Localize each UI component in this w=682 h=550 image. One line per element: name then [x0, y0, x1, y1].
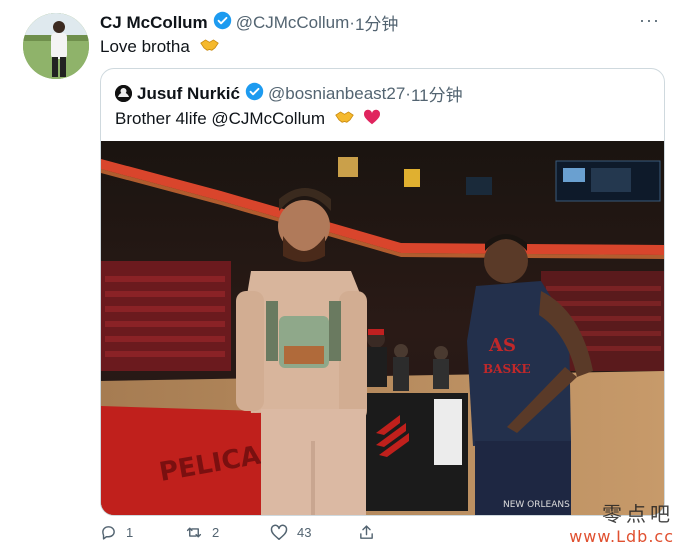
red-heart-emoji-icon — [363, 109, 381, 130]
reply-button[interactable]: 1 — [100, 524, 133, 541]
quoted-author-handle[interactable]: @bosnianbeast27 — [268, 84, 405, 104]
quoted-tweet-card[interactable]: Jusuf Nurkić @bosnianbeast27 · 11分钟 Brot… — [100, 68, 665, 516]
retweet-icon — [186, 527, 202, 538]
tweet-body: Love brotha — [100, 37, 190, 56]
reply-icon — [102, 526, 115, 540]
share-button[interactable] — [358, 524, 384, 541]
quoted-text: Brother 4life @CJMcCollum — [115, 109, 381, 130]
quoted-verified-badge-icon — [245, 82, 264, 106]
tweet-photo[interactable]: PELICA AS BASKE NEW ORLEANS — [101, 141, 664, 515]
handshake-emoji-icon — [334, 110, 354, 130]
photo-jersey-text-1: AS — [488, 335, 516, 356]
quoted-author-name[interactable]: Jusuf Nurkić — [137, 84, 240, 104]
author-name[interactable]: CJ McCollum — [100, 13, 208, 33]
verified-badge-icon — [213, 11, 232, 35]
quoted-body: Brother 4life @CJMcCollum — [115, 109, 325, 128]
author-handle[interactable]: @CJMcCollum — [236, 13, 350, 33]
retweet-count: 2 — [212, 525, 220, 540]
photo-shorts-text: NEW ORLEANS — [503, 500, 570, 510]
quoted-avatar — [115, 85, 132, 102]
tweet-action-bar: 1 2 43 — [100, 524, 580, 546]
more-options-icon[interactable]: ··· — [639, 10, 660, 31]
reply-count: 1 — [126, 525, 134, 540]
heart-icon — [270, 524, 288, 540]
watermark: 零点吧 www.Ldb.cc — [569, 498, 674, 546]
quoted-timestamp[interactable]: 11分钟 — [411, 81, 463, 106]
share-icon — [360, 525, 373, 539]
like-count: 43 — [297, 525, 312, 540]
tweet-text: Love brotha — [100, 37, 219, 58]
author-avatar[interactable] — [23, 13, 89, 79]
tweet-header: CJ McCollum @CJMcCollum · 1分钟 — [100, 10, 398, 35]
retweet-button[interactable]: 2 — [185, 524, 219, 541]
tweet-timestamp[interactable]: 1分钟 — [355, 10, 398, 35]
like-button[interactable]: 43 — [270, 524, 311, 541]
watermark-url: www.Ldb.cc — [569, 527, 674, 546]
quoted-header: Jusuf Nurkić @bosnianbeast27 · 11分钟 — [115, 81, 463, 106]
handshake-emoji-icon — [199, 38, 219, 58]
photo-jersey-text-2: BASKE — [483, 362, 531, 376]
watermark-chinese: 零点吧 — [602, 502, 674, 526]
